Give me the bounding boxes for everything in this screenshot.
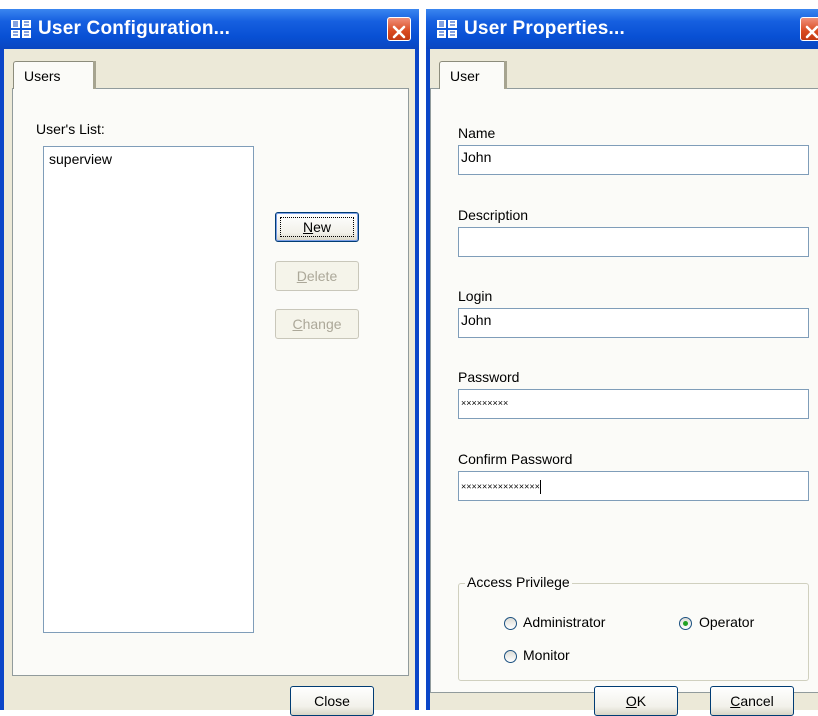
- radio-operator[interactable]: [679, 617, 692, 630]
- close-button[interactable]: Close: [290, 686, 374, 716]
- delete-button[interactable]: Delete: [275, 261, 359, 291]
- text-caret: [539, 480, 541, 494]
- users-listbox[interactable]: superview: [43, 146, 254, 633]
- radio-label-administrator[interactable]: Administrator: [523, 614, 605, 630]
- tab-panel: User's List: superview New Delete Change: [12, 88, 409, 676]
- description-field[interactable]: [458, 227, 809, 257]
- description-label: Description: [458, 207, 529, 223]
- confirm-password-label: Confirm Password: [458, 451, 573, 467]
- users-list-label: User's List:: [36, 121, 105, 137]
- password-label: Password: [458, 369, 520, 385]
- button-label: ancel: [740, 693, 774, 709]
- button-label: elete: [306, 268, 338, 284]
- radio-label-monitor[interactable]: Monitor: [523, 647, 570, 663]
- window-client: Users User's List: superview New Delete …: [4, 49, 415, 716]
- app-icon: [11, 20, 31, 38]
- close-icon[interactable]: [800, 17, 818, 41]
- change-button[interactable]: Change: [275, 309, 359, 339]
- list-item[interactable]: superview: [49, 151, 112, 167]
- title-bar[interactable]: User Configuration...: [0, 9, 419, 49]
- name-label: Name: [458, 125, 496, 141]
- radio-label-operator[interactable]: Operator: [699, 614, 754, 630]
- tab-panel: Name John Description Login John Passwor…: [430, 88, 818, 693]
- login-label: Login: [458, 288, 493, 304]
- button-label: K: [636, 693, 647, 709]
- access-privilege-group: Access Privilege Administrator Operator …: [458, 574, 809, 681]
- tab-user[interactable]: User: [439, 61, 507, 89]
- tab-edge: [504, 61, 507, 89]
- ok-button[interactable]: OK: [594, 686, 678, 716]
- focus-ring: [280, 217, 354, 237]
- group-title: Access Privilege: [465, 574, 572, 590]
- window-client: User Name John Description Login John Pa…: [430, 49, 818, 716]
- title-bar[interactable]: User Properties...: [426, 9, 818, 49]
- name-field[interactable]: John: [458, 145, 809, 175]
- mnemonic: O: [625, 693, 637, 709]
- cancel-button[interactable]: Cancel: [710, 686, 794, 716]
- mnemonic: D: [296, 268, 307, 284]
- window-title: User Properties...: [464, 18, 625, 39]
- window-title: User Configuration...: [38, 18, 231, 39]
- tab-label: User: [450, 68, 480, 84]
- radio-administrator[interactable]: [504, 617, 517, 630]
- radio-monitor[interactable]: [504, 650, 517, 663]
- login-field[interactable]: John: [458, 308, 809, 338]
- app-icon: [437, 20, 457, 38]
- user-properties-window: User Properties... User Name John Descri…: [426, 9, 818, 716]
- confirm-password-value: ×××××××××××××××: [461, 481, 540, 492]
- mnemonic: C: [730, 693, 741, 709]
- tab-label: Users: [24, 68, 61, 84]
- button-label: hange: [302, 316, 342, 332]
- user-configuration-window: User Configuration... Users User's List:…: [0, 9, 419, 716]
- mnemonic: C: [292, 316, 303, 332]
- new-button[interactable]: New: [275, 212, 359, 242]
- tab-edge: [93, 61, 96, 89]
- tab-users[interactable]: Users: [13, 61, 96, 89]
- confirm-password-field[interactable]: ×××××××××××××××: [458, 471, 809, 501]
- password-field[interactable]: ×××××××××: [458, 389, 809, 419]
- close-icon[interactable]: [387, 17, 411, 41]
